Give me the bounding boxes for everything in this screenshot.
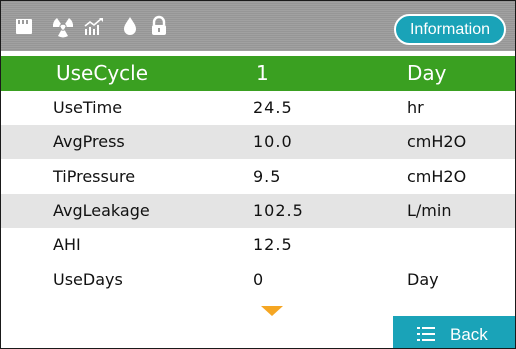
- row-label: TiPressure: [53, 167, 136, 186]
- row-label: UseDays: [53, 270, 123, 289]
- status-bar: Information: [1, 1, 515, 51]
- table-row: AHI 12.5: [1, 228, 515, 262]
- sd-card-icon[interactable]: [12, 14, 36, 38]
- row-label: AvgLeakage: [53, 201, 150, 220]
- row-value: 9.5: [253, 167, 282, 186]
- row-value: 102.5: [253, 201, 304, 220]
- header-value: 1: [256, 61, 269, 85]
- chart-trend-icon[interactable]: [82, 14, 106, 38]
- header-label: UseCycle: [56, 61, 149, 85]
- row-value: 12.5: [253, 235, 293, 254]
- table-row: AvgPress 10.0 cmH2O: [1, 125, 515, 159]
- row-unit: cmH2O: [407, 132, 467, 151]
- information-button[interactable]: Information: [394, 14, 506, 45]
- back-label: Back: [450, 325, 488, 344]
- row-unit: cmH2O: [407, 167, 467, 186]
- row-unit: Day: [407, 270, 439, 289]
- list-icon: [417, 327, 435, 341]
- water-drop-icon[interactable]: [118, 14, 142, 38]
- usecycle-header-row[interactable]: UseCycle 1 Day: [1, 56, 515, 91]
- row-value: 10.0: [253, 132, 293, 151]
- row-label: UseTime: [53, 98, 123, 117]
- lock-icon[interactable]: [147, 14, 171, 38]
- row-label: AvgPress: [53, 132, 125, 151]
- table-row: TiPressure 9.5 cmH2O: [1, 160, 515, 194]
- row-unit: hr: [407, 98, 424, 117]
- chevron-down-icon[interactable]: [261, 306, 283, 316]
- app-window: Information UseCycle 1 Day UseTime 24.5 …: [0, 0, 516, 349]
- table-row: UseDays 0 Day: [1, 263, 515, 297]
- header-unit: Day: [407, 61, 447, 85]
- table-row: UseTime 24.5 hr: [1, 91, 515, 125]
- row-unit: L/min: [407, 201, 452, 220]
- row-value: 0: [253, 270, 265, 289]
- row-value: 24.5: [253, 98, 293, 117]
- radiation-icon[interactable]: [51, 14, 75, 38]
- row-label: AHI: [53, 235, 81, 254]
- table-row: AvgLeakage 102.5 L/min: [1, 194, 515, 228]
- back-button[interactable]: Back: [393, 316, 515, 348]
